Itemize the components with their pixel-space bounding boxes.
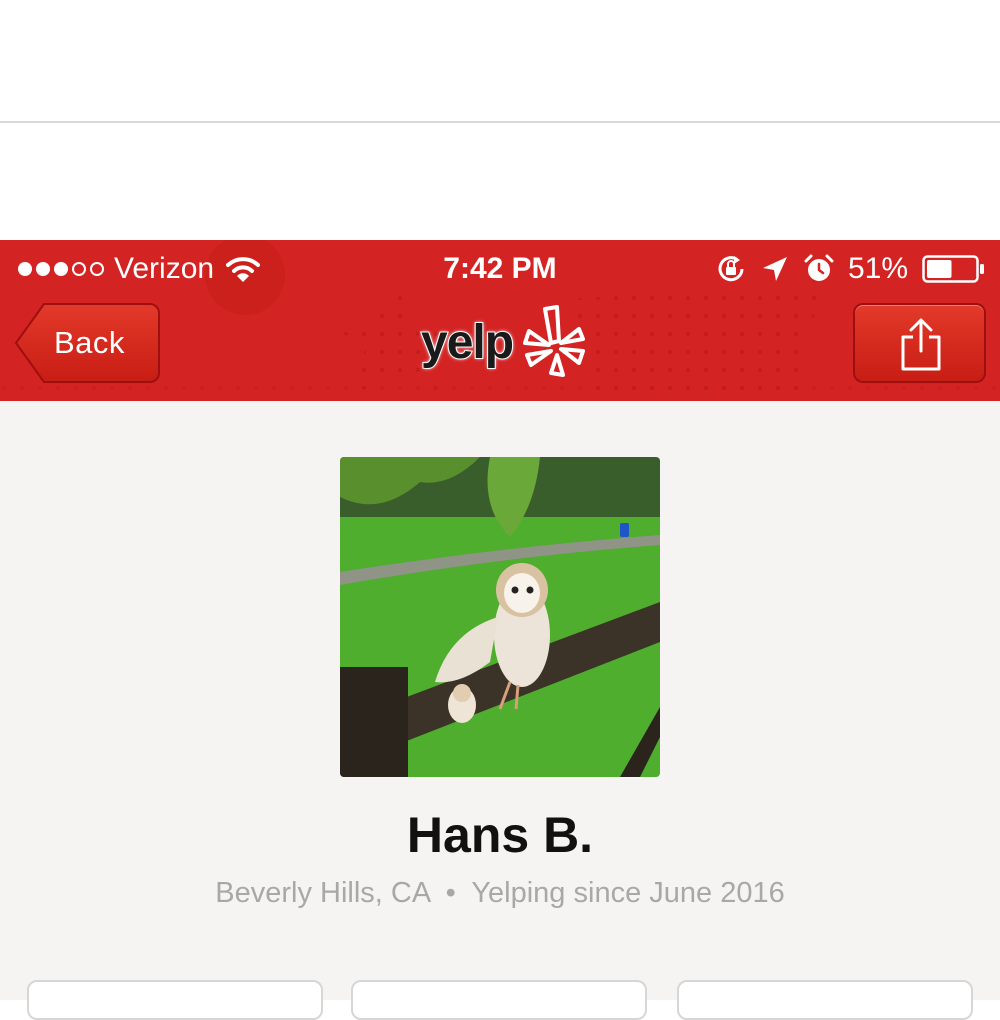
signal-dot: [54, 262, 68, 276]
alarm-icon: [804, 254, 834, 281]
yelp-burst-icon: [523, 305, 585, 377]
owl-on-fence-photo: [340, 457, 660, 777]
stat-card[interactable]: [677, 980, 973, 1020]
blank-top-area: [0, 0, 1000, 240]
user-meta: Beverly Hills, CA • Yelping since June 2…: [0, 877, 1000, 910]
user-location: Beverly Hills, CA: [215, 877, 430, 909]
location-arrow-icon: [762, 257, 787, 281]
wifi-icon: [226, 257, 261, 282]
yelp-logo: yelp: [415, 299, 585, 387]
status-bar: Verizon 7:42 PM 51%: [0, 240, 1000, 300]
back-button[interactable]: Back: [14, 303, 160, 383]
signal-dot: [72, 262, 86, 276]
orientation-lock-icon: [718, 256, 744, 282]
member-since: Yelping since June 2016: [471, 877, 785, 909]
yelp-wordmark: yelp: [420, 315, 515, 370]
meta-separator: •: [445, 877, 456, 909]
signal-strength-icon: [18, 262, 104, 276]
signal-dot: [18, 262, 32, 276]
battery-icon: [922, 255, 984, 283]
battery-percent: 51%: [847, 252, 908, 285]
divider: [0, 121, 1000, 123]
profile-content: Hans B. Beverly Hills, CA • Yelping sinc…: [0, 401, 1000, 1020]
share-button[interactable]: [853, 303, 986, 383]
stat-card[interactable]: [27, 980, 323, 1020]
user-name: Hans B.: [406, 807, 594, 863]
stat-card[interactable]: [351, 980, 647, 1020]
profile-photo[interactable]: [340, 457, 660, 777]
status-right: 51%: [716, 249, 986, 289]
status-left: Verizon: [18, 249, 261, 289]
carrier-name: Verizon: [114, 252, 215, 285]
signal-dot: [90, 262, 104, 276]
share-icon: [901, 318, 941, 371]
signal-dot: [36, 262, 50, 276]
back-button-label: Back: [54, 325, 125, 360]
